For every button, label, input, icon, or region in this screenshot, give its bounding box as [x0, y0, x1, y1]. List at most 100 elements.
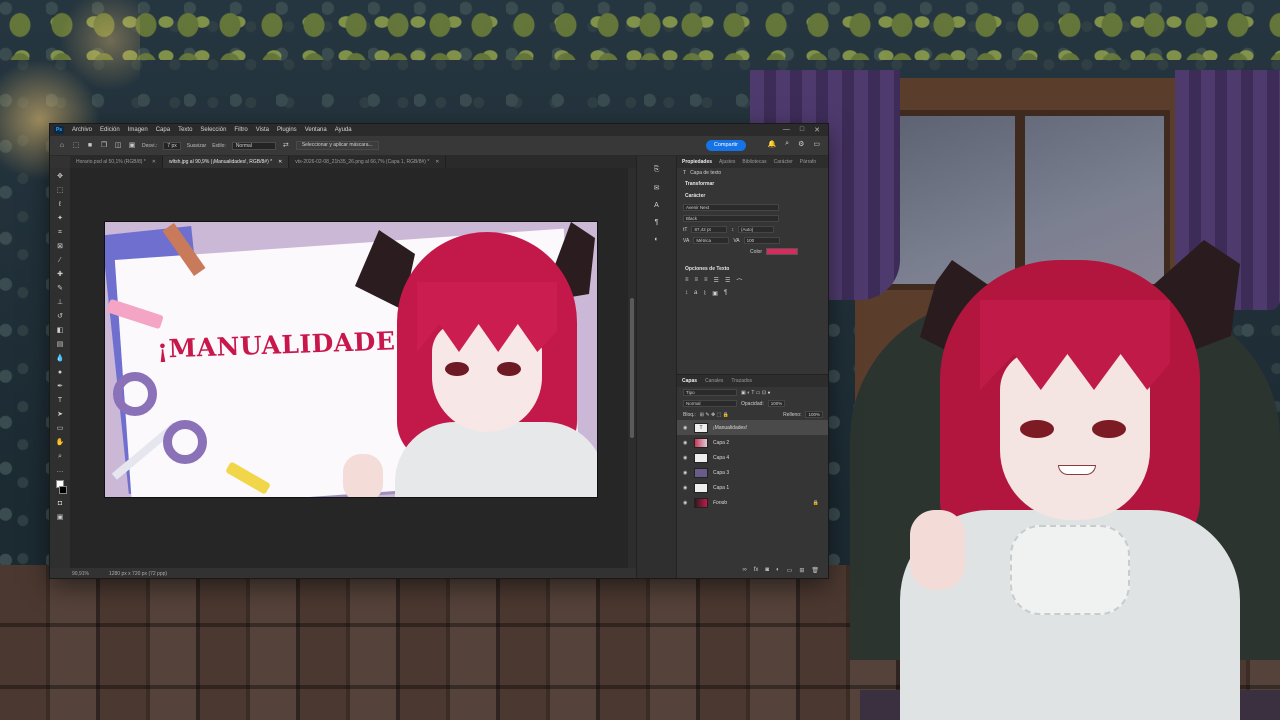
anti-alias-icon[interactable]: a	[694, 290, 697, 297]
character-panel-icon[interactable]: A	[654, 202, 659, 209]
new-selection-icon[interactable]: ■	[86, 142, 94, 150]
blend-mode-select[interactable]: Normal	[683, 400, 737, 407]
move-tool-icon[interactable]: ✥	[56, 172, 65, 181]
font-size-input[interactable]: 87,42 pt	[691, 226, 728, 233]
align-left-icon[interactable]: ≡	[685, 277, 689, 286]
minimize-icon[interactable]: —	[783, 126, 790, 134]
screen-mode-icon[interactable]: ▣	[56, 513, 65, 522]
new-group-icon[interactable]: ▭	[787, 567, 793, 574]
eraser-icon[interactable]: ◧	[56, 326, 65, 335]
menu-plugins[interactable]: Plugins	[273, 124, 301, 136]
maximize-icon[interactable]: □	[800, 126, 804, 134]
subtract-selection-icon[interactable]: ◫	[114, 142, 122, 150]
quick-mask-icon[interactable]: ◘	[56, 499, 65, 508]
canvas-scrollbar[interactable]	[628, 168, 636, 568]
menu-seleccion[interactable]: Selección	[196, 124, 230, 136]
tab-parrafo[interactable]: Párrafo	[800, 159, 816, 165]
tab-close-icon[interactable]: ✕	[435, 156, 439, 168]
opacity-input[interactable]: 100%	[767, 400, 786, 407]
select-and-mask-button[interactable]: Seleccionar y aplicar máscara...	[295, 141, 379, 150]
menu-imagen[interactable]: Imagen	[124, 124, 152, 136]
marquee-icon[interactable]: ⬚	[56, 186, 65, 195]
lasso-icon[interactable]: ℓ	[56, 200, 65, 209]
text-options-section[interactable]: Opciones de Texto	[677, 263, 828, 275]
lock-icons[interactable]: ⊞ ✎ ✥ ⬚ 🔒	[700, 412, 729, 418]
tab-canales[interactable]: Canales	[705, 378, 723, 384]
clone-stamp-icon[interactable]: ⊥	[56, 298, 65, 307]
layer-row[interactable]: ◉ Capa 3	[677, 465, 828, 480]
menu-edicion[interactable]: Edición	[96, 124, 124, 136]
bell-icon[interactable]: 🔔	[767, 140, 776, 148]
workspace-icon[interactable]: ▭	[813, 140, 820, 148]
eye-icon[interactable]: ◉	[683, 440, 689, 446]
layer-name[interactable]: Capa 3	[713, 470, 729, 476]
adjust-panel-icon[interactable]: ◐	[654, 236, 658, 243]
zoom-level[interactable]: 90,91%	[72, 570, 89, 578]
eye-icon[interactable]: ◉	[683, 425, 689, 431]
eye-icon[interactable]: ◉	[683, 485, 689, 491]
eye-icon[interactable]: ◉	[683, 470, 689, 476]
pen-icon[interactable]: ✒	[56, 382, 65, 391]
layer-row[interactable]: ◉ Capa 1	[677, 480, 828, 495]
paragraph-panel-icon[interactable]: ¶	[655, 219, 659, 226]
intersect-selection-icon[interactable]: ▣	[128, 142, 136, 150]
adjustment-layer-icon[interactable]: ◐	[776, 567, 780, 574]
search-icon[interactable]: ⌕	[785, 140, 789, 148]
layer-name[interactable]: Capa 2	[713, 440, 729, 446]
tab-propiedades[interactable]: Propiedades	[682, 159, 712, 165]
filter-icons[interactable]: ▣ ◐ T ▭ ⊡ ●	[741, 390, 771, 396]
layer-name[interactable]: ¡Manualidades!	[713, 425, 747, 431]
font-style-select[interactable]: Black	[683, 215, 779, 222]
more-tools-icon[interactable]: …	[56, 466, 65, 475]
leading-input[interactable]: (Auto)	[737, 226, 774, 233]
tab-capas[interactable]: Capas	[682, 378, 697, 384]
document-canvas[interactable]: ¡MANUALIDADES!	[104, 221, 598, 498]
home-icon[interactable]: ⌂	[58, 142, 66, 150]
rectangle-icon[interactable]: ▭	[56, 424, 65, 433]
share-button[interactable]: Compartir	[705, 140, 746, 151]
eye-icon[interactable]: ◉	[683, 500, 689, 506]
kerning-select[interactable]: Métrica	[693, 237, 730, 244]
brush-icon[interactable]: ✎	[56, 284, 65, 293]
delete-layer-icon[interactable]: 🗑	[811, 567, 819, 574]
layer-name[interactable]: Capa 1	[713, 485, 729, 491]
path-select-icon[interactable]: ➤	[56, 410, 65, 419]
type-tool-icon[interactable]: T	[56, 396, 65, 405]
background-color-swatch[interactable]	[59, 486, 67, 494]
healing-brush-icon[interactable]: ✚	[56, 270, 65, 279]
zoom-icon[interactable]: ⌕	[56, 452, 65, 461]
marquee-tool-icon[interactable]: ⬚	[72, 142, 80, 150]
gear-icon[interactable]: ⚙	[798, 140, 804, 148]
transform-section[interactable]: Transformar	[677, 178, 828, 190]
menu-filtro[interactable]: Filtro	[230, 124, 251, 136]
history-brush-icon[interactable]: ↺	[56, 312, 65, 321]
tab-ajustes[interactable]: Ajustes	[719, 159, 735, 165]
warp-icon[interactable]: ⌇	[703, 290, 706, 297]
fx-icon[interactable]: fx	[754, 567, 759, 574]
layer-row[interactable]: ◉ Capa 4	[677, 450, 828, 465]
warp-text-icon[interactable]: ⌒	[736, 277, 742, 286]
close-icon[interactable]: ✕	[814, 126, 820, 134]
tab-vts[interactable]: vts-2026-02-08_21h35_26.png al 66,7% (Ca…	[289, 156, 447, 168]
layer-row[interactable]: ◉ Capa 2	[677, 435, 828, 450]
align-center-icon[interactable]: ≡	[695, 277, 699, 286]
magic-wand-icon[interactable]: ✦	[56, 214, 65, 223]
layer-row[interactable]: ◉ T ¡Manualidades!	[677, 420, 828, 435]
convert-icon[interactable]: ▣	[712, 290, 718, 297]
crop-icon[interactable]: ⌗	[56, 228, 65, 237]
tab-wltsh[interactable]: wltsh.jpg al 90,9% (¡Manualidades!, RGB/…	[162, 156, 290, 168]
scrollbar-thumb[interactable]	[630, 298, 634, 438]
menu-texto[interactable]: Texto	[174, 124, 196, 136]
hand-icon[interactable]: ✋	[56, 438, 65, 447]
feather-input[interactable]: 7 px	[163, 141, 181, 150]
eye-icon[interactable]: ◉	[683, 455, 689, 461]
new-layer-icon[interactable]: ⊞	[799, 567, 804, 574]
frame-icon[interactable]: ⊠	[56, 242, 65, 251]
menu-ventana[interactable]: Ventana	[301, 124, 331, 136]
dodge-icon[interactable]: ●	[56, 368, 65, 377]
layer-row[interactable]: ◉ Fondo 🔒	[677, 495, 828, 510]
smooth-checkbox[interactable]: Suavizar	[187, 143, 206, 149]
layer-name[interactable]: Capa 4	[713, 455, 729, 461]
menu-vista[interactable]: Vista	[252, 124, 273, 136]
align-right-icon[interactable]: ≡	[704, 277, 708, 286]
